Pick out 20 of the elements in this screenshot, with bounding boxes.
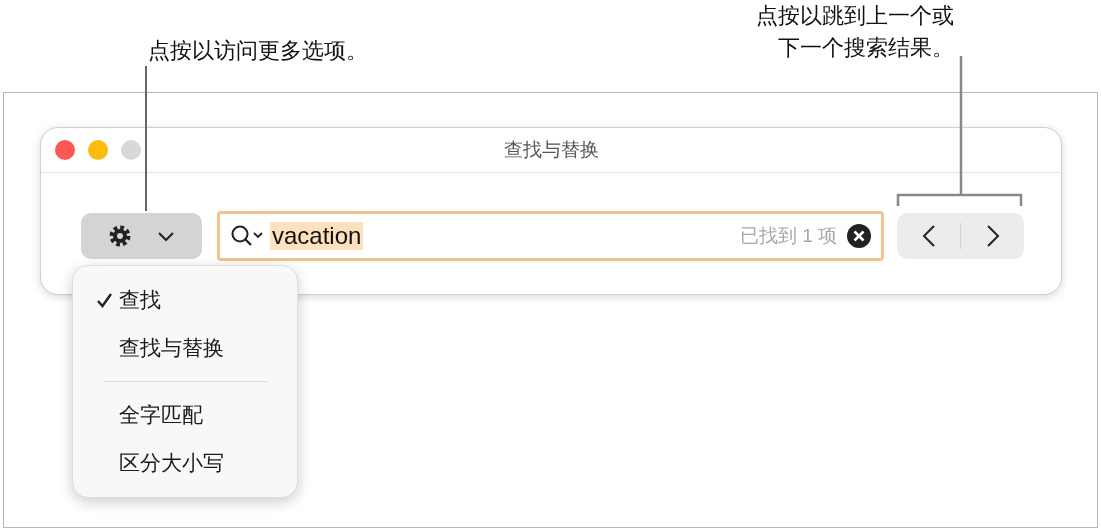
window-title: 查找与替换 bbox=[503, 138, 599, 162]
caret-icon bbox=[157, 230, 176, 242]
menu-item[interactable]: 查找 bbox=[73, 276, 297, 324]
chevron-left-icon bbox=[921, 224, 936, 248]
callout-text: 点按以跳到上一个或 下一个搜索结果。 bbox=[756, 2, 954, 62]
menu-item[interactable]: 区分大小写 bbox=[73, 439, 297, 487]
menu-item[interactable]: 全字匹配 bbox=[73, 391, 297, 439]
callout-text: 点按以访问更多选项。 bbox=[148, 37, 368, 65]
clear-icon[interactable] bbox=[847, 224, 871, 248]
settings-icon bbox=[107, 224, 132, 248]
menu-item[interactable]: 查找与替换 bbox=[73, 324, 297, 372]
search-field[interactable]: vacation 已找到 1 项 bbox=[217, 211, 884, 261]
minimize-button[interactable] bbox=[88, 140, 108, 160]
close-button[interactable] bbox=[55, 140, 75, 160]
options-menu-button[interactable] bbox=[81, 213, 202, 259]
search-text: vacation bbox=[270, 222, 364, 250]
result-count: 已找到 1 项 bbox=[739, 224, 837, 248]
search-icon bbox=[230, 224, 266, 248]
checkmark-icon bbox=[96, 292, 113, 308]
chevron-right-icon bbox=[985, 224, 1000, 248]
